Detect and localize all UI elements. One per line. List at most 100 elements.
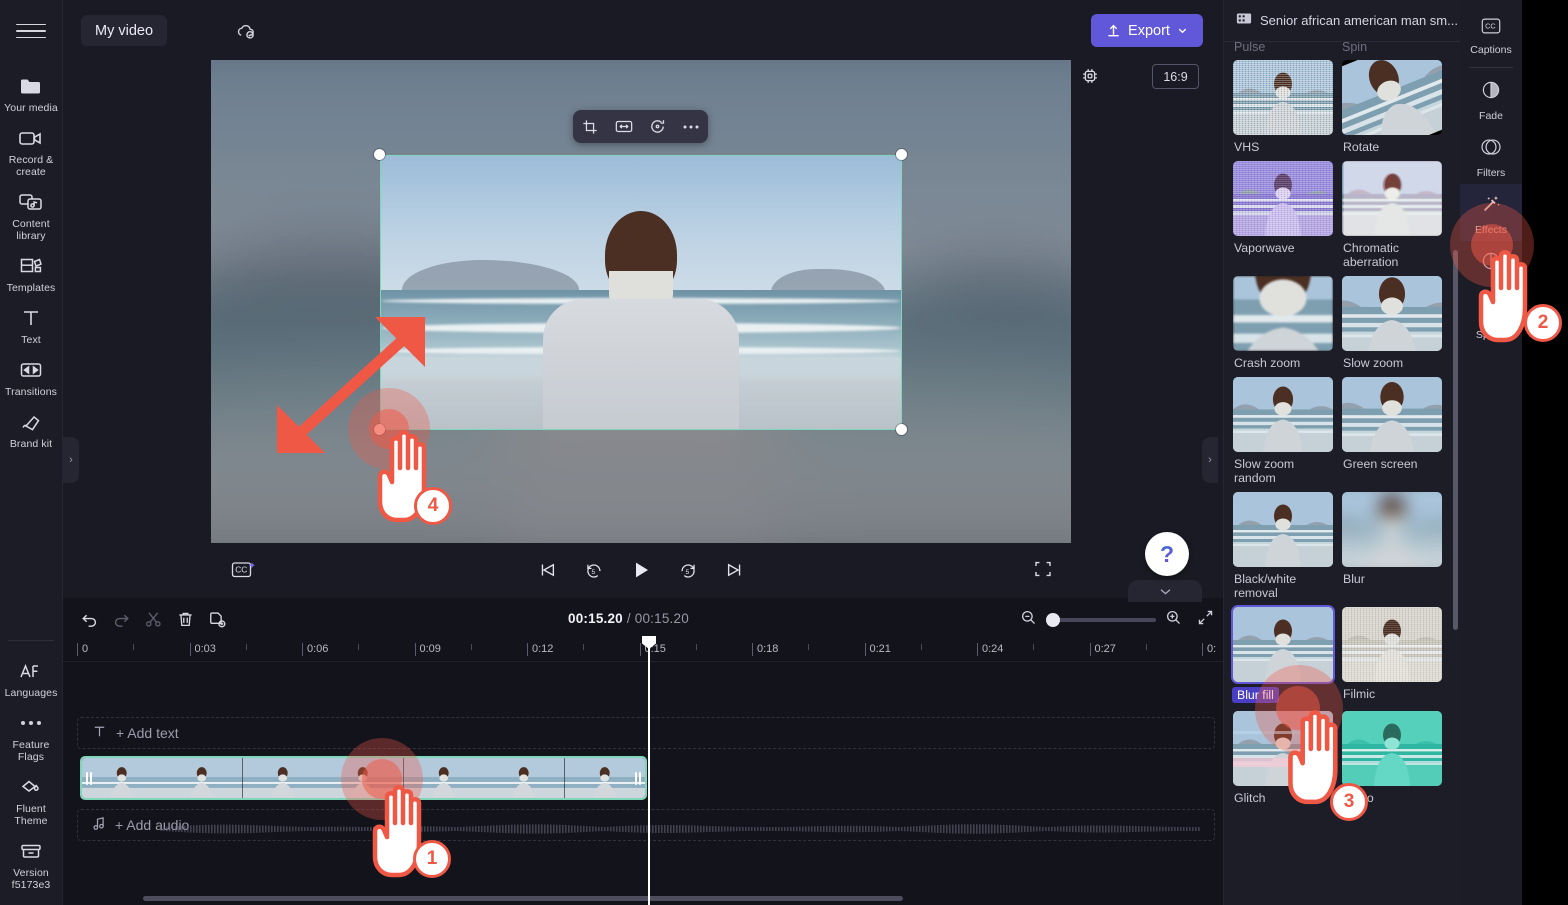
effect-name-label: Green screen: [1343, 457, 1418, 471]
sidebar-item-record-create[interactable]: Record & create: [0, 118, 63, 182]
effect-card-crash-zoom[interactable]: Crash zoom: [1233, 276, 1333, 370]
rail-item-label: Filters: [1476, 167, 1506, 179]
ruler-tick: 0:21: [864, 643, 891, 656]
zoom-slider-knob[interactable]: [1046, 613, 1060, 627]
transport-controls: 5 5: [211, 557, 1071, 583]
sidebar-item-brand-kit[interactable]: Brand kit: [0, 402, 63, 454]
sidebar-item-your-media[interactable]: Your media: [0, 66, 63, 118]
zoom-in-icon[interactable]: [1165, 609, 1182, 631]
effect-card-black-white-removal[interactable]: Black/white removal: [1233, 492, 1333, 600]
effect-thumbnail: [1233, 276, 1333, 351]
effect-card-filmic[interactable]: Filmic: [1342, 607, 1442, 704]
effects-panel-scrollbar[interactable]: [1453, 250, 1458, 630]
project-name-button[interactable]: My video: [81, 15, 168, 46]
player-controls-bar: CC 5 5: [211, 543, 1071, 597]
text-icon: [18, 306, 44, 330]
effect-card-rotate[interactable]: Rotate: [1342, 60, 1442, 154]
cloud-saved-icon[interactable]: [235, 20, 257, 42]
sidebar-item-languages[interactable]: Languages: [0, 651, 63, 703]
archive-icon: [18, 839, 44, 863]
ruler-tick: 0:: [1202, 643, 1216, 656]
export-button[interactable]: Export: [1091, 14, 1203, 47]
render-settings-icon[interactable]: [1079, 65, 1101, 87]
expand-left-panel-button[interactable]: ›: [63, 437, 79, 483]
sidebar-item-label: Languages: [4, 687, 58, 699]
rail-item-filters[interactable]: Filters: [1460, 127, 1522, 184]
forward-5s-icon[interactable]: 5: [675, 557, 701, 583]
rail-item-label: Captions: [1470, 44, 1512, 56]
sidebar-item-templates[interactable]: Templates: [0, 246, 63, 298]
duplicate-icon[interactable]: [205, 607, 229, 631]
sidebar-divider: [8, 640, 54, 641]
effect-card-blur[interactable]: Blur: [1342, 492, 1442, 600]
effect-thumbnail: [1233, 377, 1333, 452]
video-camera-icon: [18, 126, 44, 150]
zoom-slider[interactable]: [1046, 613, 1156, 627]
effect-name-label: Black/white removal: [1234, 572, 1297, 600]
skip-to-end-icon[interactable]: [722, 557, 748, 583]
sidebar-item-label: Brand kit: [9, 438, 53, 450]
help-button[interactable]: ?: [1145, 532, 1189, 576]
timeline-horizontal-scrollbar[interactable]: [143, 896, 903, 901]
effect-thumbnail: [1342, 161, 1442, 236]
play-icon[interactable]: [628, 557, 654, 583]
clip-trim-handle-left[interactable]: [84, 769, 94, 787]
sidebar-item-feature-flags[interactable]: Feature Flags: [0, 703, 63, 767]
help-label: ?: [1159, 540, 1175, 567]
rail-item-fade[interactable]: Fade: [1460, 70, 1522, 127]
add-text-track[interactable]: + Add text: [77, 717, 1215, 749]
sidebar-item-label: Version f5173e3: [11, 867, 51, 891]
cc-icon: CC: [1480, 17, 1502, 40]
redo-icon[interactable]: [109, 607, 133, 631]
rail-item-captions[interactable]: CC Captions: [1460, 8, 1522, 61]
effect-card-green-screen[interactable]: Green screen: [1342, 377, 1442, 485]
undo-icon[interactable]: [77, 607, 101, 631]
effect-card-chromatic-aberration[interactable]: Chromatic aberration: [1342, 161, 1442, 269]
ruler-tick: 0:09: [414, 643, 441, 656]
split-scissors-icon[interactable]: [141, 607, 165, 631]
sidebar-item-version[interactable]: Version f5173e3: [0, 831, 63, 895]
resize-handle-top-left[interactable]: [374, 149, 385, 160]
fit-width-icon[interactable]: [612, 116, 636, 138]
paint-bucket-icon: [18, 775, 44, 799]
ruler-tick-minor: [695, 643, 697, 650]
effect-card-slow-zoom-random[interactable]: Slow zoom random: [1233, 377, 1333, 485]
sidebar-item-transitions[interactable]: Transitions: [0, 350, 63, 402]
collapse-preview-tab[interactable]: [1128, 580, 1202, 602]
rotate-icon[interactable]: [645, 116, 669, 138]
effect-name-label: Slow zoom random: [1234, 457, 1295, 485]
ruler-tick-minor: [920, 643, 922, 650]
sidebar-item-content-library[interactable]: Content library: [0, 182, 63, 246]
effect-card-vaporwave[interactable]: Vaporwave: [1233, 161, 1333, 269]
ruler-tick: 0:06: [302, 643, 328, 656]
sidebar-item-fluent-theme[interactable]: Fluent Theme: [0, 767, 63, 831]
resize-handle-bottom-right[interactable]: [896, 424, 907, 435]
sidebar-item-label: Feature Flags: [12, 739, 50, 763]
music-note-icon: [92, 816, 106, 834]
effect-card-vhs[interactable]: VHS: [1233, 60, 1333, 154]
clip-trim-handle-right[interactable]: [633, 769, 643, 787]
more-options-icon[interactable]: [679, 116, 703, 138]
ruler-tick-minor: [583, 643, 585, 650]
zoom-out-icon[interactable]: [1020, 609, 1037, 631]
text-t-icon: [92, 724, 107, 742]
rail-divider: [1469, 67, 1513, 68]
resize-handle-top-right[interactable]: [896, 149, 907, 160]
chevron-down-icon: [1160, 588, 1170, 595]
effect-thumbnail: [1342, 60, 1442, 135]
fullscreen-icon[interactable]: [1033, 559, 1055, 581]
rewind-5s-icon[interactable]: 5: [581, 557, 607, 583]
left-sidebar: Your media Record & create Content libra…: [0, 0, 63, 905]
aspect-ratio-button[interactable]: 16:9: [1152, 64, 1199, 89]
audio-waveform: [160, 824, 1200, 834]
sidebar-item-text[interactable]: Text: [0, 298, 63, 350]
timeline-playhead[interactable]: [642, 636, 656, 905]
selected-video-layer[interactable]: [380, 155, 902, 430]
effect-card-slow-zoom[interactable]: Slow zoom: [1342, 276, 1442, 370]
collapse-right-panel-button[interactable]: ›: [1202, 437, 1218, 483]
skip-to-start-icon[interactable]: [534, 557, 560, 583]
fit-timeline-icon[interactable]: [1197, 609, 1214, 631]
delete-trash-icon[interactable]: [173, 607, 197, 631]
hamburger-menu-icon[interactable]: [16, 18, 46, 44]
crop-icon[interactable]: [578, 116, 602, 138]
